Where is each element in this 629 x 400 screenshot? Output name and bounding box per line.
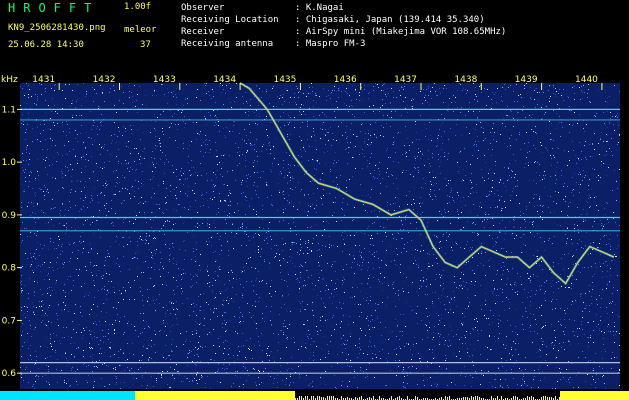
observer-key: Observer	[181, 3, 225, 13]
y-tick-label: 0.9	[2, 211, 17, 221]
x-tick-label: 1431	[32, 75, 55, 85]
x-tick-label: 1434	[213, 75, 236, 85]
filename-label: KN9_2506281430.png	[8, 23, 106, 33]
y-axis-label: kHz	[1, 75, 18, 85]
x-tick-label: 1433	[153, 75, 176, 85]
receiver-key: Receiver	[181, 27, 225, 37]
location-value: : Chigasaki, Japan (139.414 35.340)	[295, 15, 485, 25]
location-key: Receiving Location	[181, 15, 279, 25]
count-label: 37	[140, 40, 151, 50]
x-tick-label: 1439	[515, 75, 538, 85]
x-tick-label: 1436	[334, 75, 357, 85]
app-title: HROFFT	[8, 1, 100, 15]
y-tick-label: 1.0	[2, 158, 17, 168]
antenna-value: : Maspro FM-3	[295, 39, 366, 49]
spectrogram-plot: 1431 1432 1433 1434 1435 1436 1437 1438 1439 1440…	[0, 74, 629, 400]
x-tick-label: 1432	[93, 75, 116, 85]
bar-segment-yellow-right	[560, 391, 629, 400]
x-tick-label: 1435	[273, 75, 296, 85]
x-tick-label: 1438	[454, 75, 477, 85]
y-tick-label: 0.8	[2, 264, 17, 274]
y-tick-label: 0.7	[2, 316, 16, 326]
meteor-label: meleor	[124, 25, 157, 35]
receiver-value: : AirSpy mini (Miakejima VOR 108.65MHz)	[295, 27, 507, 37]
bar-segment-yellow	[135, 391, 295, 400]
x-tick-label: 1440	[575, 75, 598, 85]
datetime-label: 25.06.28 14:30	[8, 40, 84, 50]
y-tick-label: 0.6	[2, 369, 17, 379]
antenna-key: Receiving antenna	[181, 39, 274, 49]
version-label: 1.00f	[124, 2, 152, 12]
x-tick-label: 1437	[394, 75, 417, 85]
observer-value: : K.Nagai	[295, 3, 344, 13]
header-panel: HROFFT 1.00f KN9_2506281430.png meleor 2…	[0, 0, 629, 74]
bar-segment-cyan	[0, 391, 135, 400]
y-tick-label: 1.1	[2, 105, 16, 115]
